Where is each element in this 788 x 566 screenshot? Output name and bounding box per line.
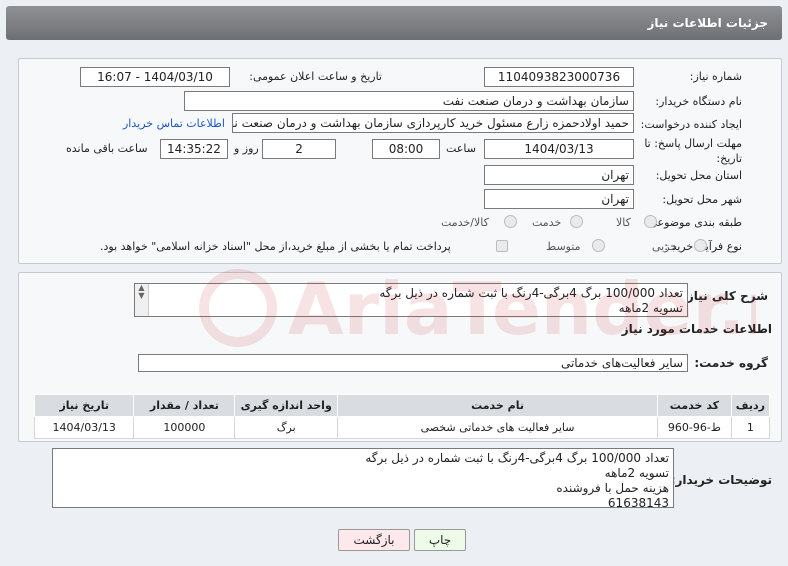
announce-field: 1404/03/10 - 16:07 [80, 67, 230, 87]
creator-field: حمید اولادحمزه زارع مسئول خرید کارپردازی… [232, 113, 634, 133]
category-option-service: خدمت [532, 216, 562, 229]
category-option-goods-service: کالا/خدمت [441, 216, 489, 229]
summary-label: شرح کلی نیاز: [682, 289, 768, 303]
days-remaining-field: 2 [262, 139, 336, 159]
cell-row: 1 [730, 416, 771, 439]
buyer-notes-line-4: 61638143 [607, 496, 669, 508]
buyer-org-field: سازمان بهداشت و درمان صنعت نفت [184, 91, 634, 111]
process-radio-minor[interactable] [694, 239, 707, 252]
city-field: تهران [484, 189, 634, 209]
province-label: استان محل تحویل: [655, 169, 742, 182]
summary-textarea[interactable]: ▲ ▼ تعداد 100/000 برگ 4برگی-4رنگ با ثبت ش… [134, 283, 688, 317]
deadline-label-2: تاریخ: [716, 152, 742, 165]
page-header: جزئیات اطلاعات نیاز [6, 6, 782, 40]
cell-qty: 100000 [133, 416, 236, 439]
creator-label: ایجاد کننده درخواست: [640, 118, 742, 131]
table-row: 1 ط-96-960 سایر فعالیت های خدماتی شخصی ب… [33, 416, 771, 439]
deadline-label-1: مهلت ارسال پاسخ: تا [644, 137, 742, 150]
category-radio-goods[interactable] [644, 215, 657, 228]
cell-code: ط-96-960 [657, 416, 732, 439]
category-radio-goods-service[interactable] [504, 215, 517, 228]
col-code: کد خدمت [657, 394, 732, 417]
treasury-note: پرداخت تمام یا بخشی از مبلغ خرید،از محل … [100, 240, 451, 253]
service-group-field: سایر فعالیت‌های خدماتی [138, 354, 688, 372]
deadline-date-field: 1404/03/13 [484, 139, 634, 159]
deadline-time-field: 08:00 [372, 139, 440, 159]
buyer-notes-label: توضیحات خریدار: [670, 473, 772, 487]
need-info-panel [18, 58, 782, 264]
service-group-label: گروه خدمت: [694, 356, 768, 370]
print-button[interactable]: چاپ [414, 529, 466, 551]
summary-scrollbar[interactable]: ▲ ▼ [135, 284, 149, 316]
city-label: شهر محل تحویل: [662, 193, 742, 206]
buyer-notes-line-3: هزینه حمل با فروشنده [556, 481, 669, 495]
buyer-notes-line-1: تعداد 100/000 برگ 4برگی-4رنگ با ثبت شمار… [365, 451, 669, 465]
col-row: ردیف [730, 394, 771, 417]
services-section-title: اطلاعات خدمات مورد نیاز [621, 322, 772, 336]
days-label: روز و [234, 142, 259, 155]
need-number-label: شماره نیاز: [689, 70, 742, 83]
remaining-label: ساعت باقی مانده [66, 142, 148, 155]
buyer-notes-line-2: تسویه 2ماهه [604, 466, 669, 480]
category-label: طبقه بندی موضوعی: [644, 216, 742, 229]
need-number-field: 1104093823000736 [484, 67, 634, 87]
deadline-time-label: ساعت [446, 142, 476, 155]
process-option-medium: متوسط [546, 240, 581, 253]
treasury-checkbox[interactable] [496, 240, 508, 252]
province-field: تهران [484, 165, 634, 185]
category-radio-service[interactable] [570, 215, 583, 228]
remaining-time-field: 14:35:22 [160, 139, 228, 159]
summary-line-1: تعداد 100/000 برگ 4برگی-4رنگ با ثبت شمار… [379, 286, 683, 300]
services-table: ردیف کد خدمت نام خدمت واحد اندازه گیری ت… [33, 394, 771, 439]
back-button[interactable]: بازگشت [338, 529, 410, 551]
process-option-minor: جزیی [652, 240, 678, 253]
buyer-notes-textarea[interactable]: تعداد 100/000 برگ 4برگی-4رنگ با ثبت شمار… [52, 448, 674, 508]
col-unit: واحد اندازه گیری [234, 394, 339, 417]
services-table-header: ردیف کد خدمت نام خدمت واحد اندازه گیری ت… [33, 394, 771, 417]
summary-line-2: تسویه 2ماهه [618, 301, 683, 315]
process-radio-medium[interactable] [592, 239, 605, 252]
buyer-contact-link[interactable]: اطلاعات تماس خریدار [123, 117, 225, 130]
category-option-goods: کالا [616, 216, 631, 229]
cell-unit: برگ [234, 416, 339, 439]
cell-date: 1404/03/13 [33, 416, 135, 439]
col-date: تاریخ نیاز [33, 394, 135, 417]
page-title: جزئیات اطلاعات نیاز [647, 16, 768, 30]
cell-name: سایر فعالیت های خدماتی شخصی [337, 416, 659, 439]
col-qty: تعداد / مقدار [133, 394, 236, 417]
announce-label: تاریخ و ساعت اعلان عمومی: [249, 70, 382, 83]
buyer-org-label: نام دستگاه خریدار: [655, 95, 742, 108]
col-name: نام خدمت [337, 394, 659, 417]
